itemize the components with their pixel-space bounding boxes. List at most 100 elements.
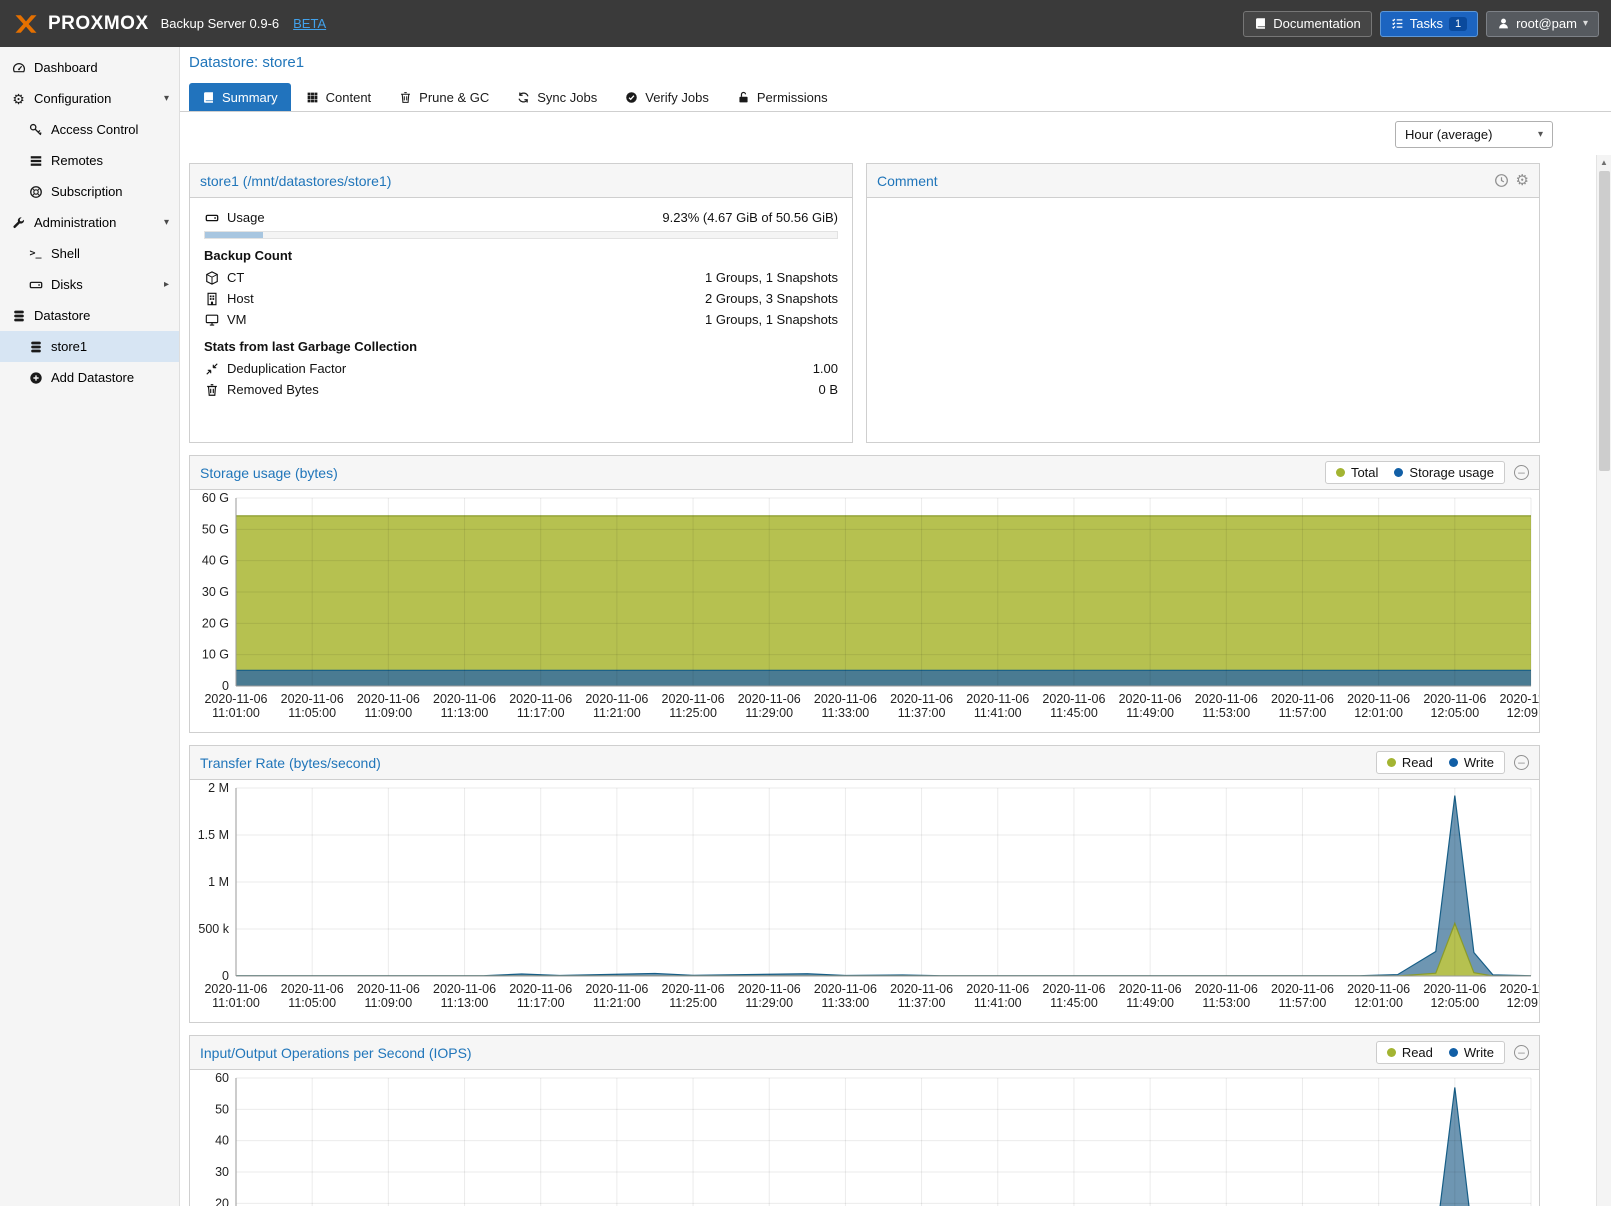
legend-label: Read <box>1402 1045 1433 1060</box>
svg-text:2020-11-06: 2020-11-06 <box>1119 982 1182 996</box>
chevron-right-icon[interactable]: ▸ <box>164 279 169 290</box>
svg-text:2020-11-06: 2020-11-06 <box>662 692 725 706</box>
svg-text:11:13:00: 11:13:00 <box>441 706 489 720</box>
timeframe-select[interactable]: Hour (average) ▾ <box>1395 121 1553 148</box>
svg-text:11:53:00: 11:53:00 <box>1202 996 1250 1010</box>
sidebar: Dashboard ⚙ Configuration ▾ Access Contr… <box>0 47 180 1206</box>
tab-verify-jobs[interactable]: Verify Jobs <box>612 83 722 111</box>
trash-icon <box>399 91 412 104</box>
vertical-scrollbar[interactable]: ▲ <box>1596 155 1611 1206</box>
sidebar-item-remotes[interactable]: Remotes <box>0 145 179 176</box>
collapse-icon[interactable]: – <box>1514 755 1529 770</box>
documentation-button[interactable]: Documentation <box>1243 11 1371 37</box>
tab-summary[interactable]: Summary <box>189 83 291 111</box>
sidebar-item-store1[interactable]: store1 <box>0 331 179 362</box>
tab-content[interactable]: Content <box>293 83 385 111</box>
svg-text:11:13:00: 11:13:00 <box>441 996 489 1010</box>
sidebar-item-access-control[interactable]: Access Control <box>0 114 179 145</box>
legend-item-read[interactable]: Read <box>1387 755 1433 770</box>
chevron-down-icon[interactable]: ▾ <box>164 217 169 228</box>
user-menu-button[interactable]: root@pam ▾ <box>1486 11 1599 37</box>
svg-text:11:05:00: 11:05:00 <box>288 996 336 1010</box>
tab-permissions[interactable]: Permissions <box>724 83 841 111</box>
legend-item-write[interactable]: Write <box>1449 1045 1494 1060</box>
chevron-down-icon[interactable]: ▾ <box>164 93 169 104</box>
chart-legend: Read Write <box>1376 1041 1505 1064</box>
list-icon <box>27 154 44 168</box>
backup-row-label: CT <box>227 270 244 285</box>
svg-text:2020-11-06: 2020-11-06 <box>890 982 953 996</box>
svg-text:30: 30 <box>215 1165 229 1179</box>
content: store1 (/mnt/datastores/store1) Usage 9.… <box>189 163 1540 1206</box>
book-icon <box>1254 17 1267 30</box>
gc-row-dedup: Deduplication Factor 1.00 <box>204 358 838 379</box>
tabbar: Summary Content Prune & GC Sync Jobs Ver… <box>180 83 1611 112</box>
scroll-up-icon[interactable]: ▲ <box>1597 155 1611 170</box>
svg-text:2 M: 2 M <box>208 781 229 795</box>
sidebar-item-label: Configuration <box>34 91 111 106</box>
scrollbar-thumb[interactable] <box>1599 171 1610 471</box>
collapse-icon[interactable]: – <box>1514 1045 1529 1060</box>
svg-text:2020-11-06: 2020-11-06 <box>1271 692 1334 706</box>
svg-text:11:01:00: 11:01:00 <box>212 996 260 1010</box>
svg-text:12:09:00: 12:09:00 <box>1507 996 1539 1010</box>
svg-text:2020-11-06: 2020-11-06 <box>281 692 344 706</box>
svg-text:2020-11-06: 2020-11-06 <box>585 982 648 996</box>
app-header: PROXMOX Backup Server 0.9-6 BETA Documen… <box>0 0 1611 47</box>
desktop-icon <box>204 313 220 327</box>
sidebar-item-label: Shell <box>51 246 80 261</box>
legend-item-total[interactable]: Total <box>1336 465 1378 480</box>
tasks-count-badge: 1 <box>1449 17 1467 31</box>
legend-item-read[interactable]: Read <box>1387 1045 1433 1060</box>
brand: PROXMOX Backup Server 0.9-6 BETA <box>12 10 326 38</box>
sidebar-item-datastore[interactable]: Datastore <box>0 300 179 331</box>
documentation-label: Documentation <box>1273 16 1360 31</box>
hdd-icon <box>204 211 220 225</box>
building-icon <box>204 292 220 306</box>
sidebar-item-add-datastore[interactable]: Add Datastore <box>0 362 179 393</box>
svg-text:40: 40 <box>215 1134 229 1148</box>
beta-link[interactable]: BETA <box>293 16 326 31</box>
chart-legend: Read Write <box>1376 751 1505 774</box>
sidebar-item-configuration[interactable]: ⚙ Configuration ▾ <box>0 83 179 114</box>
svg-text:2020-11-06: 2020-11-06 <box>1195 692 1258 706</box>
svg-text:12:05:00: 12:05:00 <box>1430 996 1479 1010</box>
svg-text:60 G: 60 G <box>202 491 229 505</box>
svg-text:2020-11-06: 2020-11-06 <box>1195 982 1258 996</box>
gear-icon[interactable]: ⚙ <box>1516 173 1529 188</box>
transfer-rate-panel: Transfer Rate (bytes/second) Read Write … <box>189 745 1540 1023</box>
svg-text:11:41:00: 11:41:00 <box>974 996 1022 1010</box>
svg-text:12:05:00: 12:05:00 <box>1430 706 1479 720</box>
legend-dot <box>1387 758 1396 767</box>
svg-text:11:21:00: 11:21:00 <box>593 996 641 1010</box>
sidebar-item-dashboard[interactable]: Dashboard <box>0 52 179 83</box>
clock-icon[interactable] <box>1494 173 1509 188</box>
hdd-icon <box>27 278 44 292</box>
svg-text:2020-11-06: 2020-11-06 <box>204 982 267 996</box>
chevron-down-icon: ▾ <box>1538 129 1543 140</box>
legend-item-storage-usage[interactable]: Storage usage <box>1394 465 1494 480</box>
sidebar-item-label: Disks <box>51 277 83 292</box>
iops-panel: Input/Output Operations per Second (IOPS… <box>189 1035 1540 1206</box>
tab-label: Permissions <box>757 90 828 105</box>
collapse-icon[interactable]: – <box>1514 465 1529 480</box>
svg-text:11:33:00: 11:33:00 <box>822 996 870 1010</box>
svg-text:40 G: 40 G <box>202 554 229 568</box>
compress-icon <box>204 362 220 376</box>
tab-prune-gc[interactable]: Prune & GC <box>386 83 502 111</box>
timeframe-value: Hour (average) <box>1405 127 1492 142</box>
tab-sync-jobs[interactable]: Sync Jobs <box>504 83 610 111</box>
sidebar-item-shell[interactable]: >_ Shell <box>0 238 179 269</box>
sidebar-item-label: Remotes <box>51 153 103 168</box>
sidebar-item-administration[interactable]: Administration ▾ <box>0 207 179 238</box>
sidebar-item-subscription[interactable]: Subscription <box>0 176 179 207</box>
sidebar-item-disks[interactable]: Disks ▸ <box>0 269 179 300</box>
svg-text:20 G: 20 G <box>202 616 229 630</box>
tab-label: Prune & GC <box>419 90 489 105</box>
backup-row-label: VM <box>227 312 247 327</box>
svg-text:11:37:00: 11:37:00 <box>898 706 946 720</box>
tasks-button[interactable]: Tasks 1 <box>1380 11 1478 37</box>
legend-item-write[interactable]: Write <box>1449 755 1494 770</box>
backup-row-value: 2 Groups, 3 Snapshots <box>705 291 838 306</box>
comment-body[interactable] <box>867 198 1539 442</box>
